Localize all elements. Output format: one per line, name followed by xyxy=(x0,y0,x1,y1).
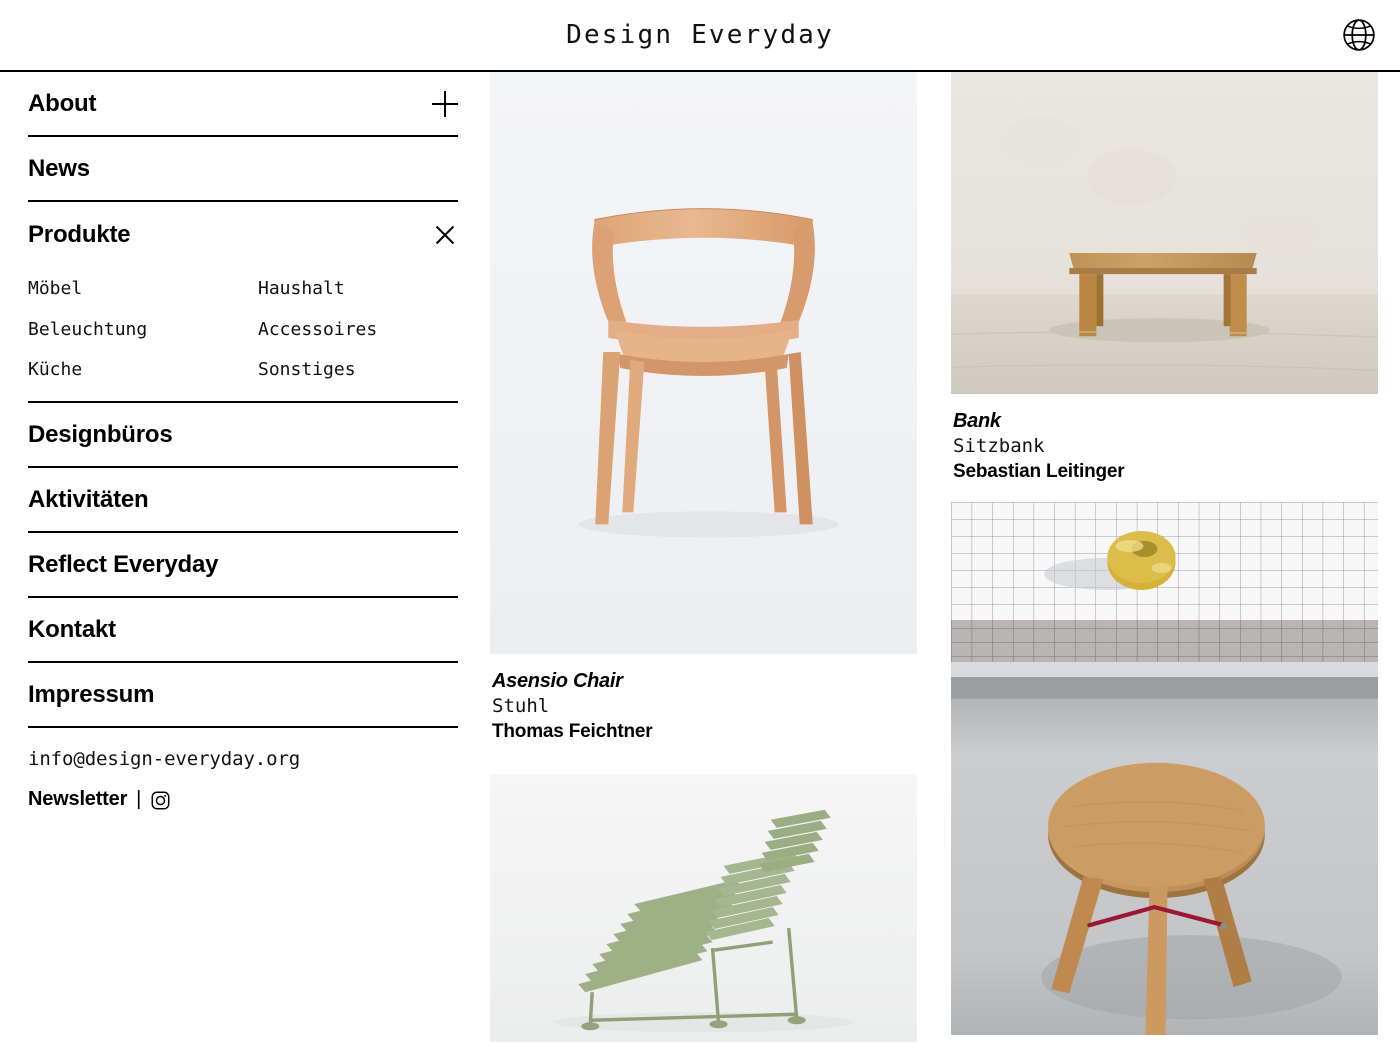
product-card-bank[interactable]: Bank Sitzbank Sebastian Leitinger xyxy=(951,72,1378,484)
submenu-item-haushalt[interactable]: Haushalt xyxy=(258,278,458,300)
product-image-yellow-ceramic-donut-on-grid[interactable] xyxy=(951,502,1378,678)
submenu-item-kueche[interactable]: Küche xyxy=(28,360,258,381)
product-caption: Bank Sitzbank Sebastian Leitinger xyxy=(951,394,1378,484)
globe-icon[interactable] xyxy=(1340,16,1378,54)
sidebar-item-label: Produkte xyxy=(28,220,131,248)
submenu-item-beleuchtung[interactable]: Beleuchtung xyxy=(28,319,258,341)
page-body: About News Produkte Möbel Haushalt Beleu… xyxy=(0,72,1400,1050)
product-type: Stuhl xyxy=(492,695,550,717)
sidebar-item-label: Impressum xyxy=(28,680,155,708)
nav-group-designbueros: Designbüros xyxy=(28,403,458,469)
plus-icon[interactable] xyxy=(432,91,458,117)
product-card-round-stool[interactable] xyxy=(951,677,1378,1036)
sidebar-item-label: Kontakt xyxy=(28,615,116,643)
product-designer: Thomas Feichtner xyxy=(492,720,653,742)
instagram-icon[interactable] xyxy=(150,790,171,811)
product-type: Sitzbank xyxy=(953,435,1045,457)
submenu-item-accessoires[interactable]: Accessoires xyxy=(258,319,458,341)
sidebar-item-label: News xyxy=(28,154,90,182)
close-icon[interactable] xyxy=(432,222,458,248)
submenu-item-moebel[interactable]: Möbel xyxy=(28,278,258,300)
site-header: Design Everyday xyxy=(0,0,1400,72)
nav-group-reflect-everyday: Reflect Everyday xyxy=(28,533,458,599)
newsletter-link[interactable]: Newsletter xyxy=(28,788,127,811)
product-title: Asensio Chair xyxy=(492,670,623,692)
sidebar-item-label: Designbüros xyxy=(28,420,173,448)
separator: | xyxy=(136,788,142,811)
sidebar-item-designbueros[interactable]: Designbüros xyxy=(28,403,458,469)
sidebar-item-aktivitaeten[interactable]: Aktivitäten xyxy=(28,468,458,534)
product-card-green-bench[interactable] xyxy=(490,774,917,1043)
nav-group-news: News xyxy=(28,137,458,202)
sidebar-item-label: Reflect Everyday xyxy=(28,550,219,578)
product-gallery: Asensio Chair Stuhl Thomas Feichtner Ban… xyxy=(490,72,1400,1043)
email-link[interactable]: info@design-everyday.org xyxy=(28,748,300,770)
produkte-submenu: Möbel Haushalt Beleuchtung Accessoires K… xyxy=(28,267,458,404)
nav-group-kontakt: Kontakt xyxy=(28,598,458,664)
product-designer: Sebastian Leitinger xyxy=(953,460,1125,482)
sidebar-item-label: About xyxy=(28,89,97,117)
gallery-left-column: Asensio Chair Stuhl Thomas Feichtner xyxy=(490,72,917,1043)
sidebar-item-label: Aktivitäten xyxy=(28,485,149,513)
product-caption: Asensio Chair Stuhl Thomas Feichtner xyxy=(490,654,917,744)
contact-block: info@design-everyday.org Newsletter | xyxy=(28,728,458,811)
nav-group-about: About xyxy=(28,72,458,137)
sidebar-item-news[interactable]: News xyxy=(28,137,458,202)
sidebar-item-produkte[interactable]: Produkte xyxy=(28,202,458,267)
product-card-ceramic-donut[interactable] xyxy=(951,502,1378,678)
page-title: Design Everyday xyxy=(566,20,834,50)
product-image-green-slatted-bench[interactable] xyxy=(490,774,917,1043)
sidebar-item-impressum[interactable]: Impressum xyxy=(28,663,458,729)
sidebar-item-kontakt[interactable]: Kontakt xyxy=(28,598,458,664)
sidebar-item-reflect-everyday[interactable]: Reflect Everyday xyxy=(28,533,458,599)
nav-group-aktivitaeten: Aktivitäten xyxy=(28,468,458,534)
product-title: Bank xyxy=(953,410,1001,432)
sidebar-item-about[interactable]: About xyxy=(28,72,458,137)
gallery-right-column: Bank Sitzbank Sebastian Leitinger xyxy=(951,72,1378,1042)
nav-group-impressum: Impressum xyxy=(28,663,458,729)
submenu-item-sonstiges[interactable]: Sonstiges xyxy=(258,360,458,381)
product-card-asensio-chair[interactable]: Asensio Chair Stuhl Thomas Feichtner xyxy=(490,72,917,744)
sidebar-navigation: About News Produkte Möbel Haushalt Beleu… xyxy=(0,72,490,811)
product-image-wooden-bench[interactable] xyxy=(951,72,1378,394)
product-image-round-wooden-stool[interactable] xyxy=(951,677,1378,1036)
social-row: Newsletter | xyxy=(28,788,458,811)
nav-group-produkte: Produkte Möbel Haushalt Beleuchtung Acce… xyxy=(28,202,458,404)
product-image-wooden-armchair[interactable] xyxy=(490,72,917,654)
